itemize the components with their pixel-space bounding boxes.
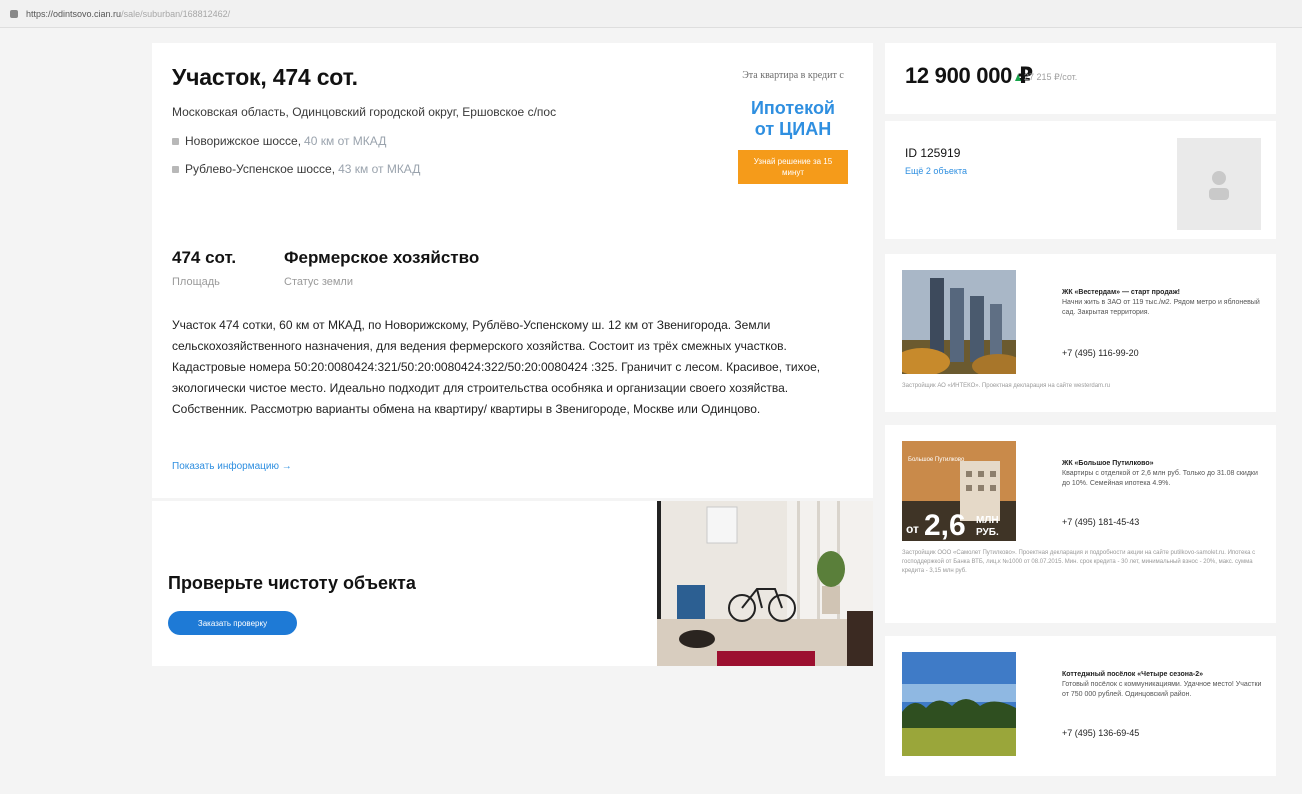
- mortgage-button[interactable]: Узнай решение за 15 минут: [738, 150, 848, 184]
- ad-phone[interactable]: +7 (495) 116-99-20: [1062, 348, 1139, 358]
- lock-icon: [10, 9, 18, 18]
- ad-card[interactable]: ЖК «Вестердам» — старт продаж! Начни жит…: [885, 254, 1276, 412]
- area-label: Площадь: [172, 276, 220, 288]
- banner-unit: МЛН: [976, 515, 999, 526]
- order-check-button[interactable]: Заказать проверку: [168, 611, 297, 635]
- promo-name: Ипотекой от ЦИАН: [736, 98, 850, 140]
- listing-address[interactable]: Московская область, Одинцовский городско…: [172, 105, 556, 119]
- land-status-label: Статус земли: [284, 276, 353, 288]
- road-icon: [172, 165, 179, 173]
- highway-item[interactable]: Новорижское шоссе, 40 км от МКАД: [172, 134, 386, 148]
- mortgage-promo: Эта квартира в кредит с Ипотекой от ЦИАН…: [736, 69, 850, 184]
- url-path: /sale/suburban/168812462/: [121, 8, 231, 19]
- ad-text: ЖК «Вестердам» — старт продаж! Начни жит…: [1062, 288, 1262, 318]
- ad-card[interactable]: Большое Путилково от 2,6 МЛН РУБ. ЖК «Бо…: [885, 425, 1276, 623]
- ad-title[interactable]: ЖК «Большое Путилково»: [1062, 459, 1262, 469]
- highway-name: Новорижское шоссе,: [185, 134, 302, 148]
- ad-image[interactable]: [902, 270, 1016, 374]
- listing-title: Участок, 474 сот.: [172, 64, 358, 90]
- user-placeholder-icon: [1209, 171, 1229, 200]
- ad-title[interactable]: Коттеджный посёлок «Четыре сезона-2»: [1062, 670, 1262, 680]
- url-host: https://odintsovo.cian.ru: [26, 8, 122, 19]
- address-bar[interactable]: https://odintsovo.cian.ru /sale/suburban…: [0, 0, 1302, 28]
- landscape-illustration: [902, 652, 1016, 756]
- ad-text: Коттеджный посёлок «Четыре сезона-2» Гот…: [1062, 670, 1262, 700]
- land-status-value: Фермерское хозяйство: [284, 248, 480, 267]
- promo-name-line: Ипотекой: [750, 98, 835, 118]
- price-card: 12 900 000 ₽ 27 215 ₽/сот.: [885, 43, 1276, 114]
- listing-card: Участок, 474 сот. Московская область, Од…: [152, 43, 873, 498]
- check-title: Проверьте чистоту объекта: [168, 573, 416, 593]
- interior-illustration: [657, 501, 873, 666]
- price-trend-icon[interactable]: [1015, 74, 1021, 81]
- banner-unit: РУБ.: [976, 527, 999, 538]
- agent-more-link[interactable]: Ещё 2 объекта: [905, 166, 967, 176]
- agent-card: ID 125919 Ещё 2 объекта: [885, 121, 1276, 239]
- listing-main: Участок, 474 сот. Московская область, Од…: [152, 43, 873, 666]
- ad-card[interactable]: Коттеджный посёлок «Четыре сезона-2» Гот…: [885, 636, 1276, 776]
- listing-description: Участок 474 сотки, 60 км от МКАД, по Нов…: [172, 318, 821, 416]
- ad-legal: Застройщик ООО «Самолет Путилково». Прое…: [902, 550, 1256, 574]
- area-value: 474 сот.: [172, 248, 237, 267]
- ad-legal: Застройщик АО «ИНТЕКО». Проектная деклар…: [902, 383, 1111, 389]
- ad-description: Начни жить в ЗАО от 119 тыс./м2. Рядом м…: [1062, 299, 1260, 316]
- banner-from: от: [906, 522, 919, 536]
- agent-id: ID 125919: [905, 146, 961, 160]
- road-icon: [172, 137, 179, 145]
- price-per-unit-text: 27 215 ₽/сот.: [1024, 72, 1078, 82]
- building-illustration: [902, 270, 1016, 374]
- ad-description: Готовый посёлок с коммуникациями. Удачно…: [1062, 681, 1262, 698]
- ad-phone[interactable]: +7 (495) 181-45-43: [1062, 517, 1139, 527]
- avatar[interactable]: [1177, 138, 1261, 230]
- highway-distance: 40 км от МКАД: [304, 134, 387, 148]
- building-banner: Большое Путилково от 2,6 МЛН РУБ.: [902, 441, 1016, 541]
- interior-photo: [657, 501, 873, 666]
- highway-item[interactable]: Рублево-Успенское шоссе, 43 км от МКАД: [172, 162, 420, 176]
- ad-image[interactable]: [902, 652, 1016, 756]
- highway-name: Рублево-Успенское шоссе,: [185, 162, 336, 176]
- price-per-unit: 27 215 ₽/сот.: [1015, 72, 1077, 83]
- highway-distance: 43 км от МКАД: [338, 162, 421, 176]
- ad-phone[interactable]: +7 (495) 136-69-45: [1062, 728, 1139, 738]
- promo-name-line: от ЦИАН: [754, 119, 832, 139]
- show-more-link[interactable]: Показать информацию →: [172, 461, 292, 472]
- check-card: Проверьте чистоту объекта Заказать прове…: [152, 501, 873, 666]
- promo-lead: Эта квартира в кредит с: [742, 70, 844, 81]
- banner-value: 2,6: [924, 509, 966, 541]
- price-value: 12 900 000 ₽: [905, 63, 1033, 88]
- ad-title[interactable]: ЖК «Вестердам» — старт продаж!: [1062, 288, 1262, 298]
- ad-description: Квартиры с отделкой от 2,6 млн руб. Толь…: [1062, 470, 1258, 487]
- banner-tag: Большое Путилково: [908, 457, 965, 463]
- ad-text: ЖК «Большое Путилково» Квартиры с отделк…: [1062, 459, 1262, 489]
- ad-image[interactable]: Большое Путилково от 2,6 МЛН РУБ.: [902, 441, 1016, 541]
